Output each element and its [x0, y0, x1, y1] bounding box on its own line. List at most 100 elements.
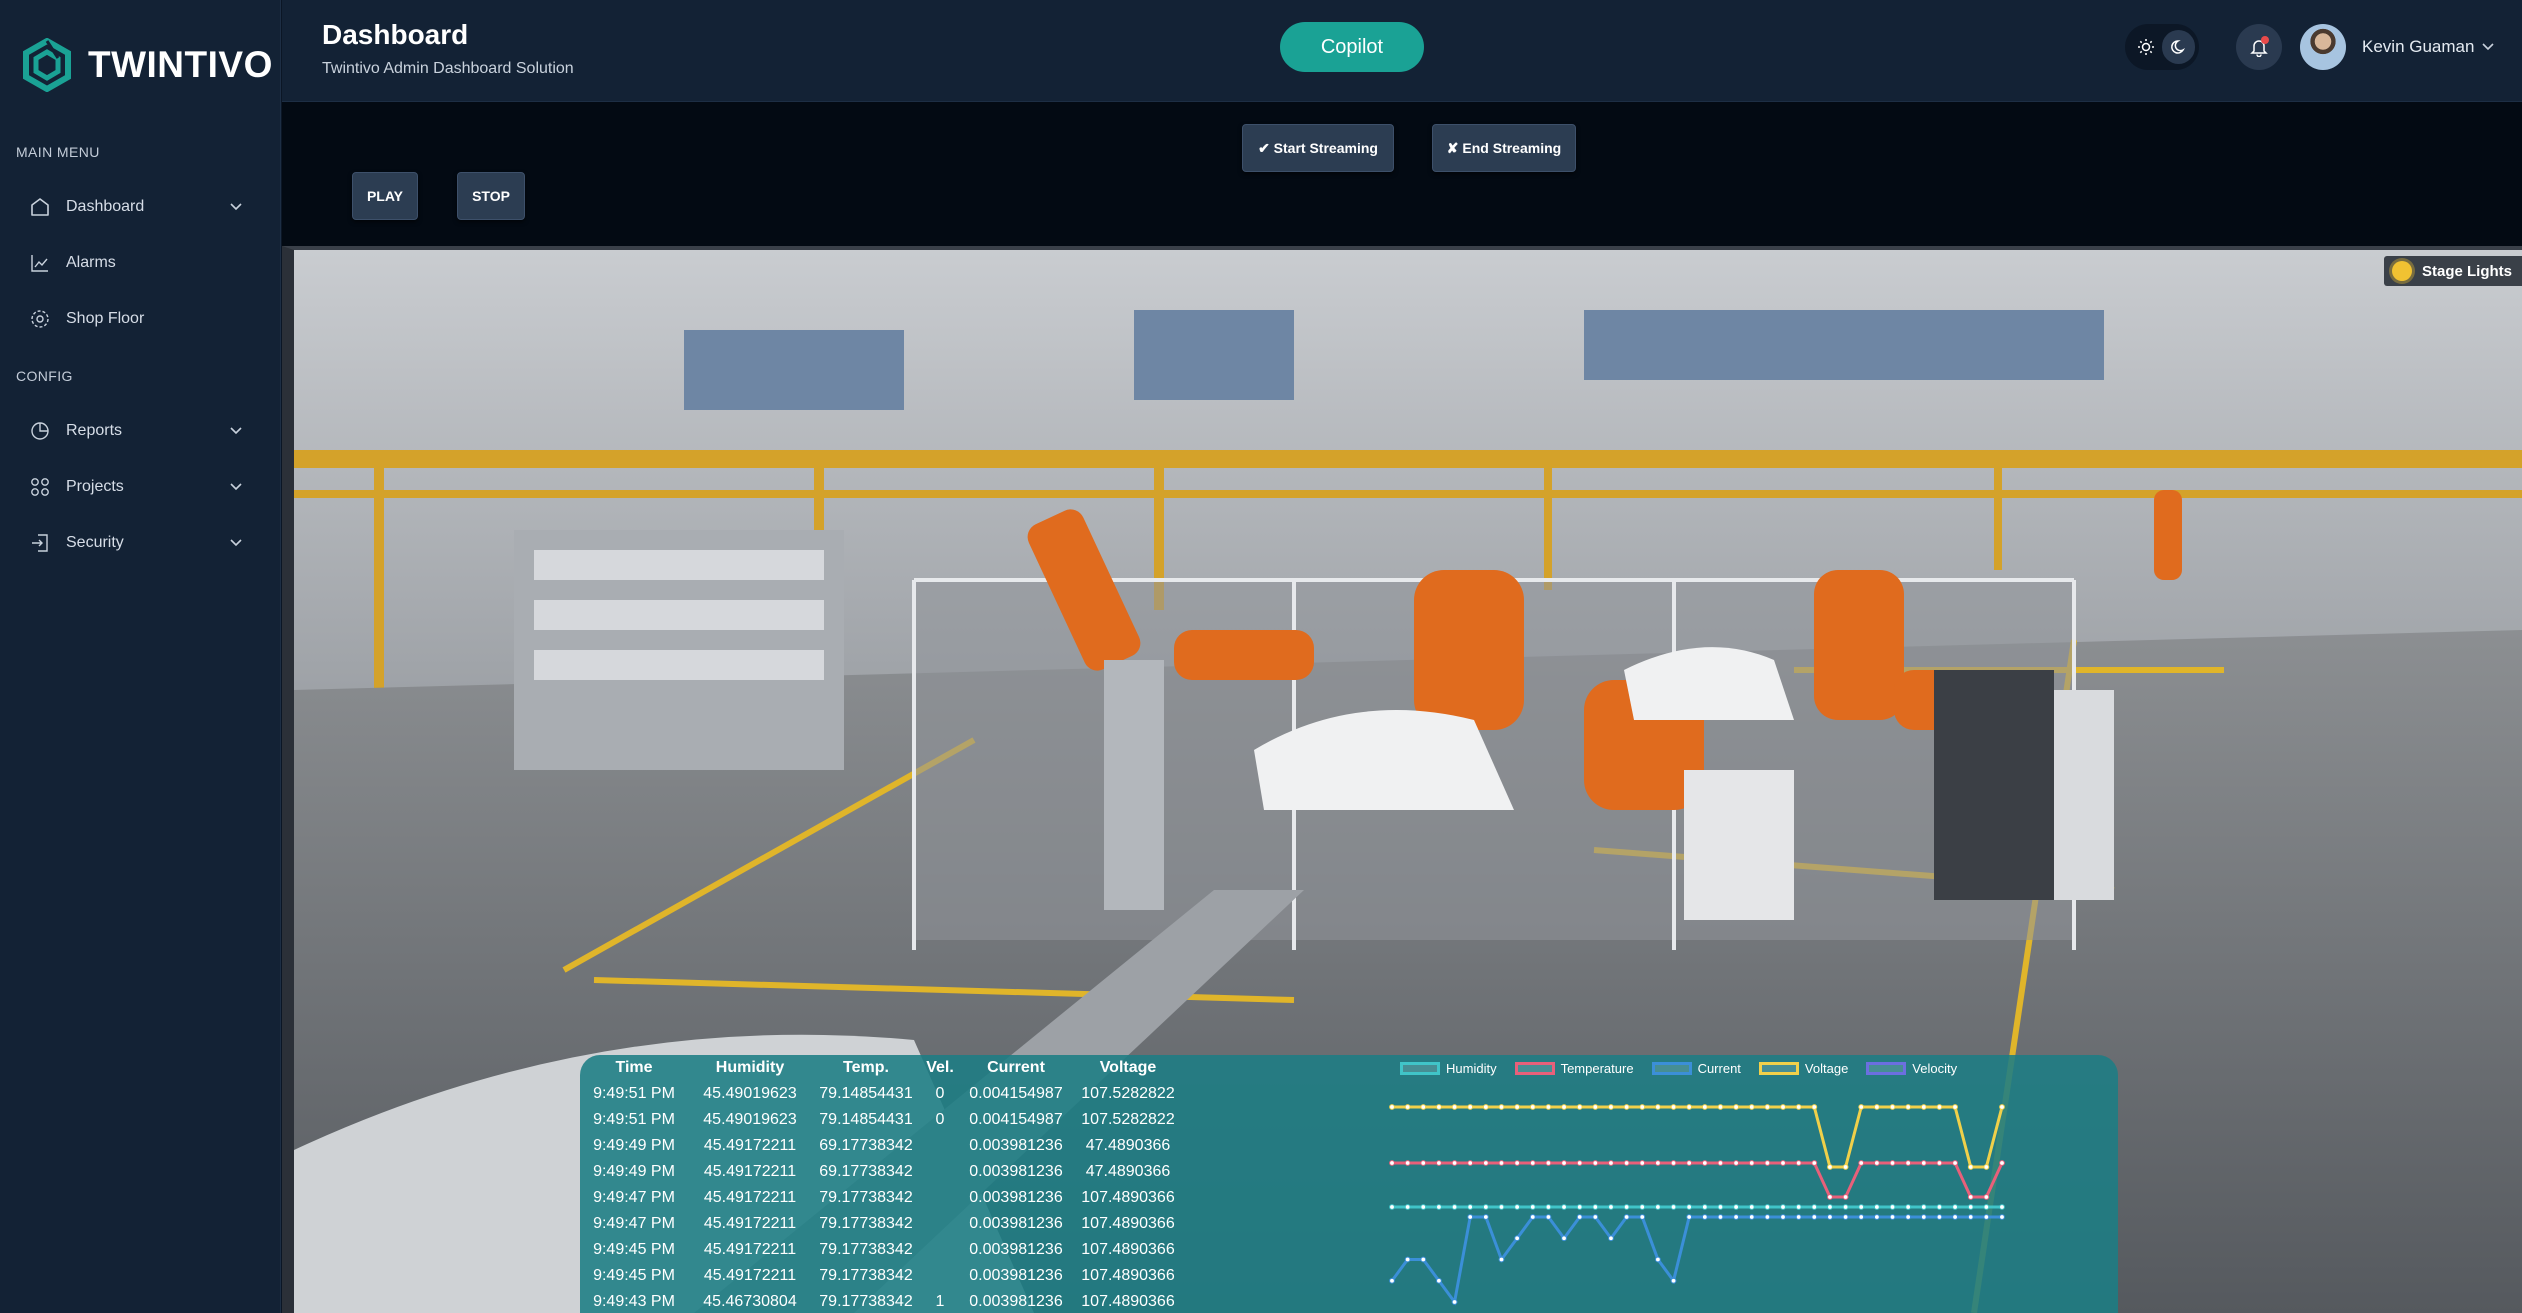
- data-point: [1733, 1160, 1740, 1166]
- table-cell: 107.5282822: [1081, 1085, 1175, 1102]
- table-cell: 0.003981236: [969, 1163, 1063, 1180]
- table-row: 9:49:49 PM 45.49172211 69.17738342 0.003981…: [580, 1133, 1200, 1159]
- table-cell: 79.17738342: [819, 1293, 913, 1310]
- page-subtitle: Twintivo Admin Dashboard Solution: [322, 60, 574, 77]
- sidebar-item-shop-floor[interactable]: Shop Floor: [28, 299, 250, 339]
- moon-icon[interactable]: [2162, 30, 2195, 64]
- start-streaming-button[interactable]: ✔ Start Streaming: [1242, 124, 1394, 172]
- user-name[interactable]: Kevin Guaman: [2362, 37, 2474, 57]
- data-point: [1608, 1204, 1614, 1210]
- avatar[interactable]: [2300, 24, 2346, 70]
- data-point: [1639, 1214, 1646, 1220]
- legend-item[interactable]: Current: [1651, 1061, 1741, 1076]
- sidebar-item-label: Alarms: [66, 254, 116, 271]
- line-chart-icon: [28, 251, 52, 275]
- table-cell: 79.17738342: [819, 1189, 913, 1206]
- stop-button[interactable]: STOP: [457, 172, 525, 220]
- col-temp: Temp.: [843, 1059, 889, 1076]
- sidebar-item-dashboard[interactable]: Dashboard: [28, 187, 250, 227]
- data-point: [1842, 1164, 1849, 1170]
- data-point: [1952, 1104, 1958, 1110]
- table-cell: 45.49172211: [703, 1215, 797, 1232]
- table-cell: 9:49:51 PM: [593, 1085, 675, 1102]
- col-vel: Vel.: [926, 1059, 954, 1076]
- table-cell: 0: [935, 1085, 945, 1102]
- data-point: [1514, 1204, 1521, 1210]
- data-point: [1639, 1204, 1646, 1210]
- play-button[interactable]: PLAY: [352, 172, 418, 220]
- col-voltage: Voltage: [1099, 1059, 1157, 1076]
- data-point: [1795, 1214, 1802, 1220]
- chevron-down-icon[interactable]: [2479, 38, 2497, 56]
- data-point: [1482, 1204, 1489, 1210]
- data-point: [1561, 1104, 1567, 1110]
- data-point: [1717, 1160, 1724, 1166]
- sidebar-item-reports[interactable]: Reports: [28, 411, 250, 451]
- data-point: [1467, 1204, 1474, 1210]
- copilot-button[interactable]: Copilot: [1280, 22, 1424, 72]
- sidebar-item-projects[interactable]: Projects: [28, 467, 250, 507]
- data-point: [1936, 1214, 1943, 1220]
- table-cell: 1: [935, 1293, 945, 1310]
- legend-swatch: [1758, 1062, 1799, 1075]
- legend-swatch: [1400, 1062, 1440, 1075]
- data-point: [1983, 1214, 1990, 1220]
- data-point: [1545, 1214, 1552, 1220]
- sidebar-item-label: Dashboard: [66, 198, 145, 215]
- table-cell: 9:49:47 PM: [593, 1215, 675, 1232]
- table-cell: 107.5282822: [1081, 1111, 1175, 1128]
- data-point: [1686, 1214, 1693, 1220]
- data-point: [1420, 1160, 1427, 1166]
- data-point: [1811, 1214, 1818, 1220]
- theme-toggle[interactable]: [2125, 24, 2199, 70]
- table-cell: 45.49172211: [703, 1267, 797, 1284]
- stage-lights-toggle[interactable]: Stage Lights: [2383, 256, 2522, 286]
- legend-item[interactable]: Humidity: [1400, 1061, 1497, 1076]
- sidebar-item-label: Security: [66, 534, 124, 551]
- end-streaming-button[interactable]: ✘ End Streaming: [1432, 124, 1576, 172]
- table-row: 9:49:43 PM 45.46730804 79.17738342 1 0.00398…: [580, 1289, 1200, 1313]
- data-point: [1498, 1204, 1505, 1210]
- table-cell: 9:49:47 PM: [593, 1189, 675, 1206]
- table-cell: 9:49:43 PM: [593, 1293, 675, 1310]
- sidebar-item-security[interactable]: Security: [28, 523, 250, 563]
- table-cell: 9:49:45 PM: [593, 1241, 675, 1258]
- data-point: [1529, 1160, 1536, 1166]
- data-point: [1905, 1160, 1912, 1166]
- table-cell: 79.14854431: [819, 1111, 913, 1128]
- data-point: [1811, 1204, 1818, 1210]
- data-point: [1701, 1104, 1708, 1110]
- data-point: [1514, 1104, 1521, 1110]
- sidebar-item-label: Projects: [66, 478, 124, 495]
- data-point: [1467, 1104, 1474, 1110]
- data-point: [1576, 1214, 1583, 1220]
- brand-logo[interactable]: TWINTIVO: [20, 38, 273, 92]
- data-point: [1827, 1164, 1833, 1170]
- table-cell: 79.17738342: [819, 1241, 913, 1258]
- data-point: [1701, 1204, 1708, 1210]
- data-point: [1858, 1214, 1865, 1220]
- table-cell: 0.003981236: [969, 1189, 1063, 1206]
- sun-icon[interactable]: [2129, 30, 2162, 64]
- data-point: [1905, 1204, 1912, 1210]
- table-cell: 45.49172211: [703, 1137, 797, 1154]
- section-main-menu: MAIN MENU: [16, 144, 100, 160]
- sidebar-item-alarms[interactable]: Alarms: [28, 243, 250, 283]
- data-point: [1451, 1160, 1458, 1166]
- data-point: [1514, 1160, 1521, 1166]
- data-point: [1686, 1160, 1693, 1166]
- data-point: [1404, 1160, 1411, 1166]
- legend-item[interactable]: Temperature: [1514, 1061, 1634, 1076]
- legend-item[interactable]: Voltage: [1758, 1061, 1848, 1076]
- data-point: [1592, 1104, 1599, 1110]
- data-point: [1827, 1194, 1833, 1200]
- data-point: [1654, 1204, 1661, 1210]
- data-point: [1451, 1299, 1458, 1305]
- legend-item[interactable]: Velocity: [1866, 1061, 1957, 1076]
- notifications-button[interactable]: [2236, 24, 2282, 70]
- data-point: [1701, 1160, 1708, 1166]
- table-row: 9:49:47 PM 45.49172211 79.17738342 0.003981…: [580, 1211, 1200, 1237]
- data-point: [1827, 1204, 1833, 1210]
- light-bulb-icon: [2391, 261, 2412, 281]
- chevron-down-icon: [230, 483, 242, 491]
